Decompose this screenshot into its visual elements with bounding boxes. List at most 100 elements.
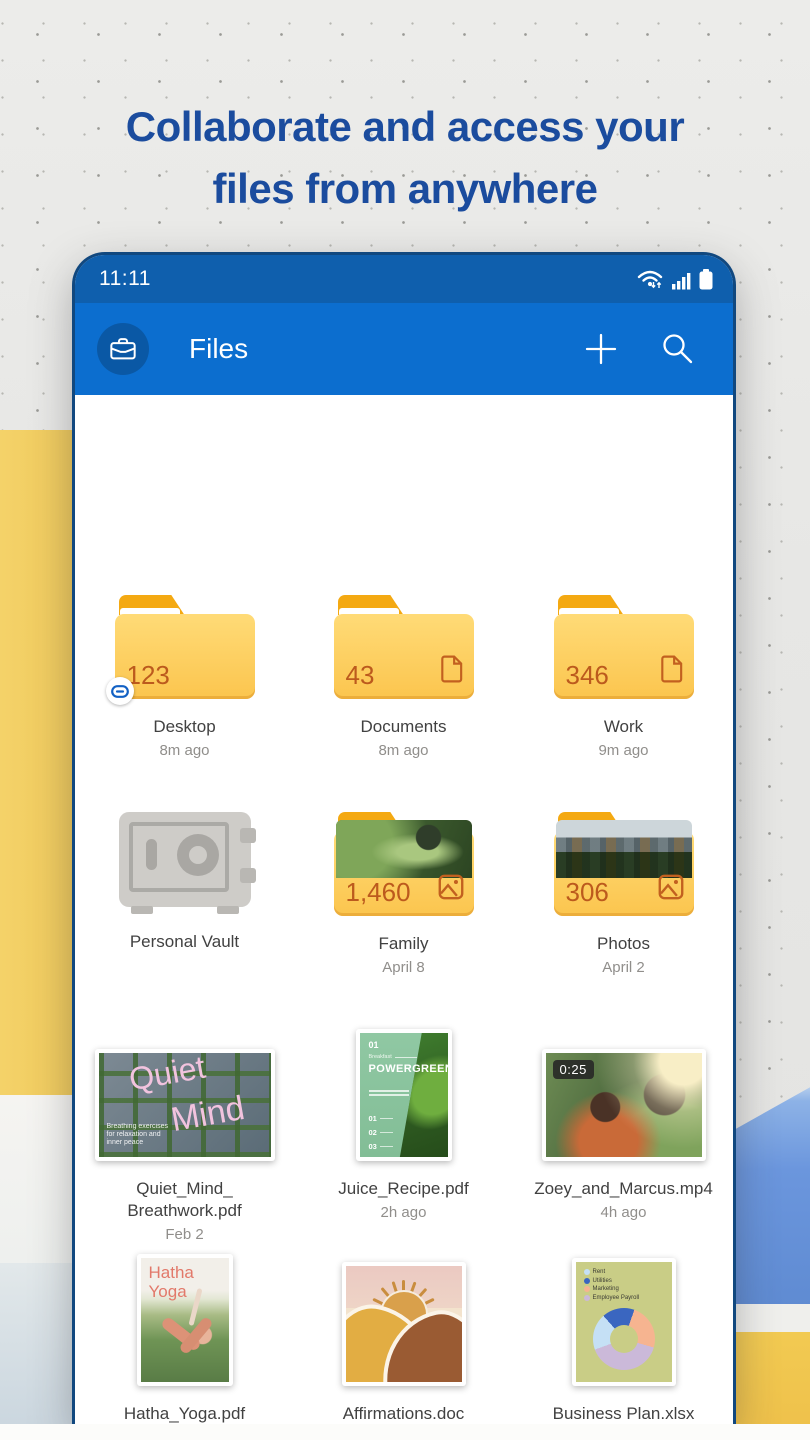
folder-time: April 8 xyxy=(382,959,425,976)
file-name: Juice_Recipe.pdf xyxy=(338,1178,468,1200)
page-title: Files xyxy=(189,333,248,365)
file-grid: 123 Desktop 8m ago 43 xyxy=(75,395,733,1424)
phone-mockup: 11:11 xyxy=(75,255,733,1424)
folder-name: Documents xyxy=(361,716,447,738)
folder-time: 9m ago xyxy=(598,742,648,759)
cover-number: 01 xyxy=(369,1040,379,1050)
cover-title: Quiet xyxy=(126,1053,208,1098)
add-button[interactable] xyxy=(579,327,623,371)
photo-folder-icon: 1,460 xyxy=(334,812,474,916)
folder-name: Desktop xyxy=(153,716,215,738)
photo-folder-icon: 306 xyxy=(554,812,694,916)
folder-name: Photos xyxy=(597,933,650,955)
file-name: Business Plan.xlsx xyxy=(553,1403,695,1424)
wifi-transfer-icon xyxy=(637,268,665,290)
folder-name: Work xyxy=(604,716,643,738)
folder-icon: 346 xyxy=(554,595,694,699)
folder-tile-documents[interactable]: 43 Documents 8m ago xyxy=(294,595,513,759)
folder-item-count: 306 xyxy=(566,877,609,908)
status-icons xyxy=(637,268,713,290)
cover-title: POWERGREENS xyxy=(369,1063,448,1075)
background-white-right xyxy=(728,1304,810,1332)
folder-cover-photo xyxy=(556,820,692,878)
cover-subtitle: Breathing exercises for relaxation and i… xyxy=(107,1123,169,1147)
folder-tile-work[interactable]: 346 Work 9m ago xyxy=(514,595,733,759)
folder-name: Family xyxy=(378,933,428,955)
pdf-cover-art: Hatha Yoga xyxy=(141,1258,229,1382)
folder-time: April 2 xyxy=(602,959,645,976)
folder-time: 8m ago xyxy=(378,742,428,759)
image-glyph-icon xyxy=(658,874,684,905)
folder-item-count: 1,460 xyxy=(346,877,411,908)
cover-list: 01 02 03 xyxy=(369,1109,393,1151)
cover-label: Breakfast xyxy=(369,1054,417,1060)
pdf-cover-art: 01 Breakfast POWERGREENS 01 02 03 xyxy=(360,1033,448,1157)
search-icon xyxy=(660,332,694,366)
file-tile-juice-recipe[interactable]: 01 Breakfast POWERGREENS 01 02 03 Juice_… xyxy=(294,1025,513,1221)
cover-title: Hatha Yoga xyxy=(149,1263,194,1301)
document-glyph-icon xyxy=(660,655,684,688)
status-time: 11:11 xyxy=(99,267,151,291)
headline-line1: Collaborate and access your xyxy=(0,96,810,158)
file-tile-business-plan[interactable]: Rent Utilities Marketing Employee Payrol… xyxy=(514,1250,733,1424)
link-icon xyxy=(111,685,129,698)
document-icon xyxy=(660,655,684,683)
document-glyph-icon xyxy=(440,655,464,688)
chart-legend: Rent Utilities Marketing Employee Payrol… xyxy=(584,1269,640,1303)
file-time: 4h ago xyxy=(601,1204,647,1221)
folder-icon: 43 xyxy=(334,595,474,699)
table-surface xyxy=(0,1424,810,1440)
file-thumbnail: Quiet Mind Breathing exercises for relax… xyxy=(95,1049,275,1161)
folder-name: Personal Vault xyxy=(130,931,239,953)
briefcase-icon xyxy=(109,336,137,362)
background-blue-left xyxy=(0,1263,82,1440)
doc-cover-art xyxy=(346,1266,462,1382)
plus-icon xyxy=(583,331,619,367)
app-bar: Files xyxy=(75,303,733,395)
video-duration-badge: 0:25 xyxy=(553,1060,594,1079)
file-thumbnail: 01 Breakfast POWERGREENS 01 02 03 xyxy=(356,1029,452,1161)
file-tile-quiet-mind[interactable]: Quiet Mind Breathing exercises for relax… xyxy=(75,1025,294,1243)
donut-chart xyxy=(593,1308,655,1370)
folder-item-count: 346 xyxy=(566,660,609,691)
status-bar: 11:11 xyxy=(75,255,733,303)
folder-tile-personal-vault[interactable]: Personal Vault xyxy=(75,812,294,957)
video-frame-art: 0:25 xyxy=(546,1053,702,1157)
search-button[interactable] xyxy=(655,327,699,371)
folder-cover-photo xyxy=(336,820,472,878)
folder-tile-photos[interactable]: 306 Photos April 2 xyxy=(514,812,733,976)
file-name: Quiet_Mind_Breathwork.pdf xyxy=(127,1178,241,1222)
image-icon xyxy=(658,874,684,900)
file-tile-affirmations[interactable]: Affirmations.doc 3h ago xyxy=(294,1250,513,1424)
folder-tile-family[interactable]: 1,460 Family April 8 xyxy=(294,812,513,976)
spreadsheet-chart-art: Rent Utilities Marketing Employee Payrol… xyxy=(576,1262,672,1382)
file-tile-hatha-yoga[interactable]: Hatha Yoga Hatha_Yoga.pdf 2h ago xyxy=(75,1250,294,1424)
folder-tile-desktop[interactable]: 123 Desktop 8m ago xyxy=(75,595,294,759)
folder-icon: 123 xyxy=(115,595,255,699)
file-name: Hatha_Yoga.pdf xyxy=(124,1403,245,1424)
file-name: Zoey_and_Marcus.mp4 xyxy=(534,1178,713,1200)
folder-item-count: 43 xyxy=(346,660,375,691)
file-tile-zoey-and-marcus[interactable]: 0:25 Zoey_and_Marcus.mp4 4h ago xyxy=(514,1025,733,1221)
cover-title: Mind xyxy=(168,1089,247,1140)
file-time: 2h ago xyxy=(381,1204,427,1221)
document-icon xyxy=(440,655,464,683)
file-thumbnail xyxy=(342,1262,466,1386)
video-thumbnail: 0:25 xyxy=(542,1049,706,1161)
file-name: Affirmations.doc xyxy=(343,1403,465,1424)
background-yellow-paper-left xyxy=(0,430,82,1095)
file-time: Feb 2 xyxy=(165,1226,203,1243)
folder-time: 8m ago xyxy=(159,742,209,759)
file-thumbnail: Rent Utilities Marketing Employee Payrol… xyxy=(572,1258,676,1386)
image-icon xyxy=(438,874,464,900)
shared-link-badge xyxy=(106,677,134,705)
account-avatar[interactable] xyxy=(97,323,149,375)
headline-line2: files from anywhere xyxy=(0,158,810,220)
image-glyph-icon xyxy=(438,874,464,905)
signal-strength-icon xyxy=(672,271,692,290)
background-white-left xyxy=(0,1095,82,1263)
battery-icon xyxy=(699,269,713,290)
file-thumbnail: Hatha Yoga xyxy=(137,1254,233,1386)
marketing-headline: Collaborate and access your files from a… xyxy=(0,96,810,220)
pdf-cover-art: Quiet Mind Breathing exercises for relax… xyxy=(99,1053,271,1157)
